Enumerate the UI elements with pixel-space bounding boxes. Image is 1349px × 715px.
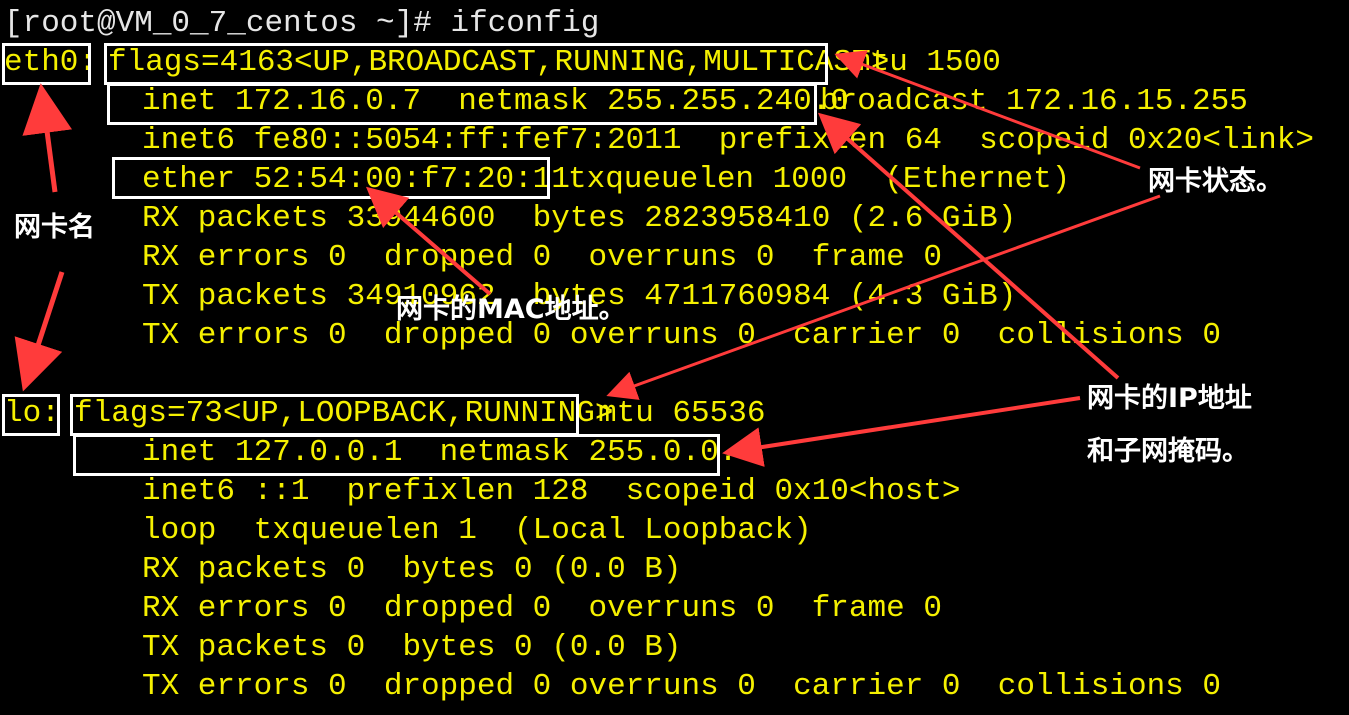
annotation-nic-name: 网卡名 [14,212,95,243]
arrow-name-to-eth0 [22,83,72,193]
arrow-ip-to-eth0-inet [818,112,1120,380]
arrow-ip-to-lo-inet [722,396,1081,467]
annotation-nic-mac: 网卡的MAC地址。 [396,294,626,325]
terminal-window[interactable]: [root@VM_0_7_centos ~]# ifconfig eth0: f… [0,0,1349,715]
arrow-status-to-eth0-flags [834,50,1141,170]
annotation-nic-status: 网卡状态。 [1148,166,1283,197]
annotation-nic-ip-line2: 和子网掩码。 [1087,436,1249,467]
arrow-status-to-lo-flags [606,194,1161,400]
arrow-mac-to-ether [365,186,492,296]
annotation-nic-ip-line1: 网卡的IP地址 [1087,383,1252,414]
annotation-arrows [14,50,1161,467]
arrow-name-to-lo [14,271,65,392]
